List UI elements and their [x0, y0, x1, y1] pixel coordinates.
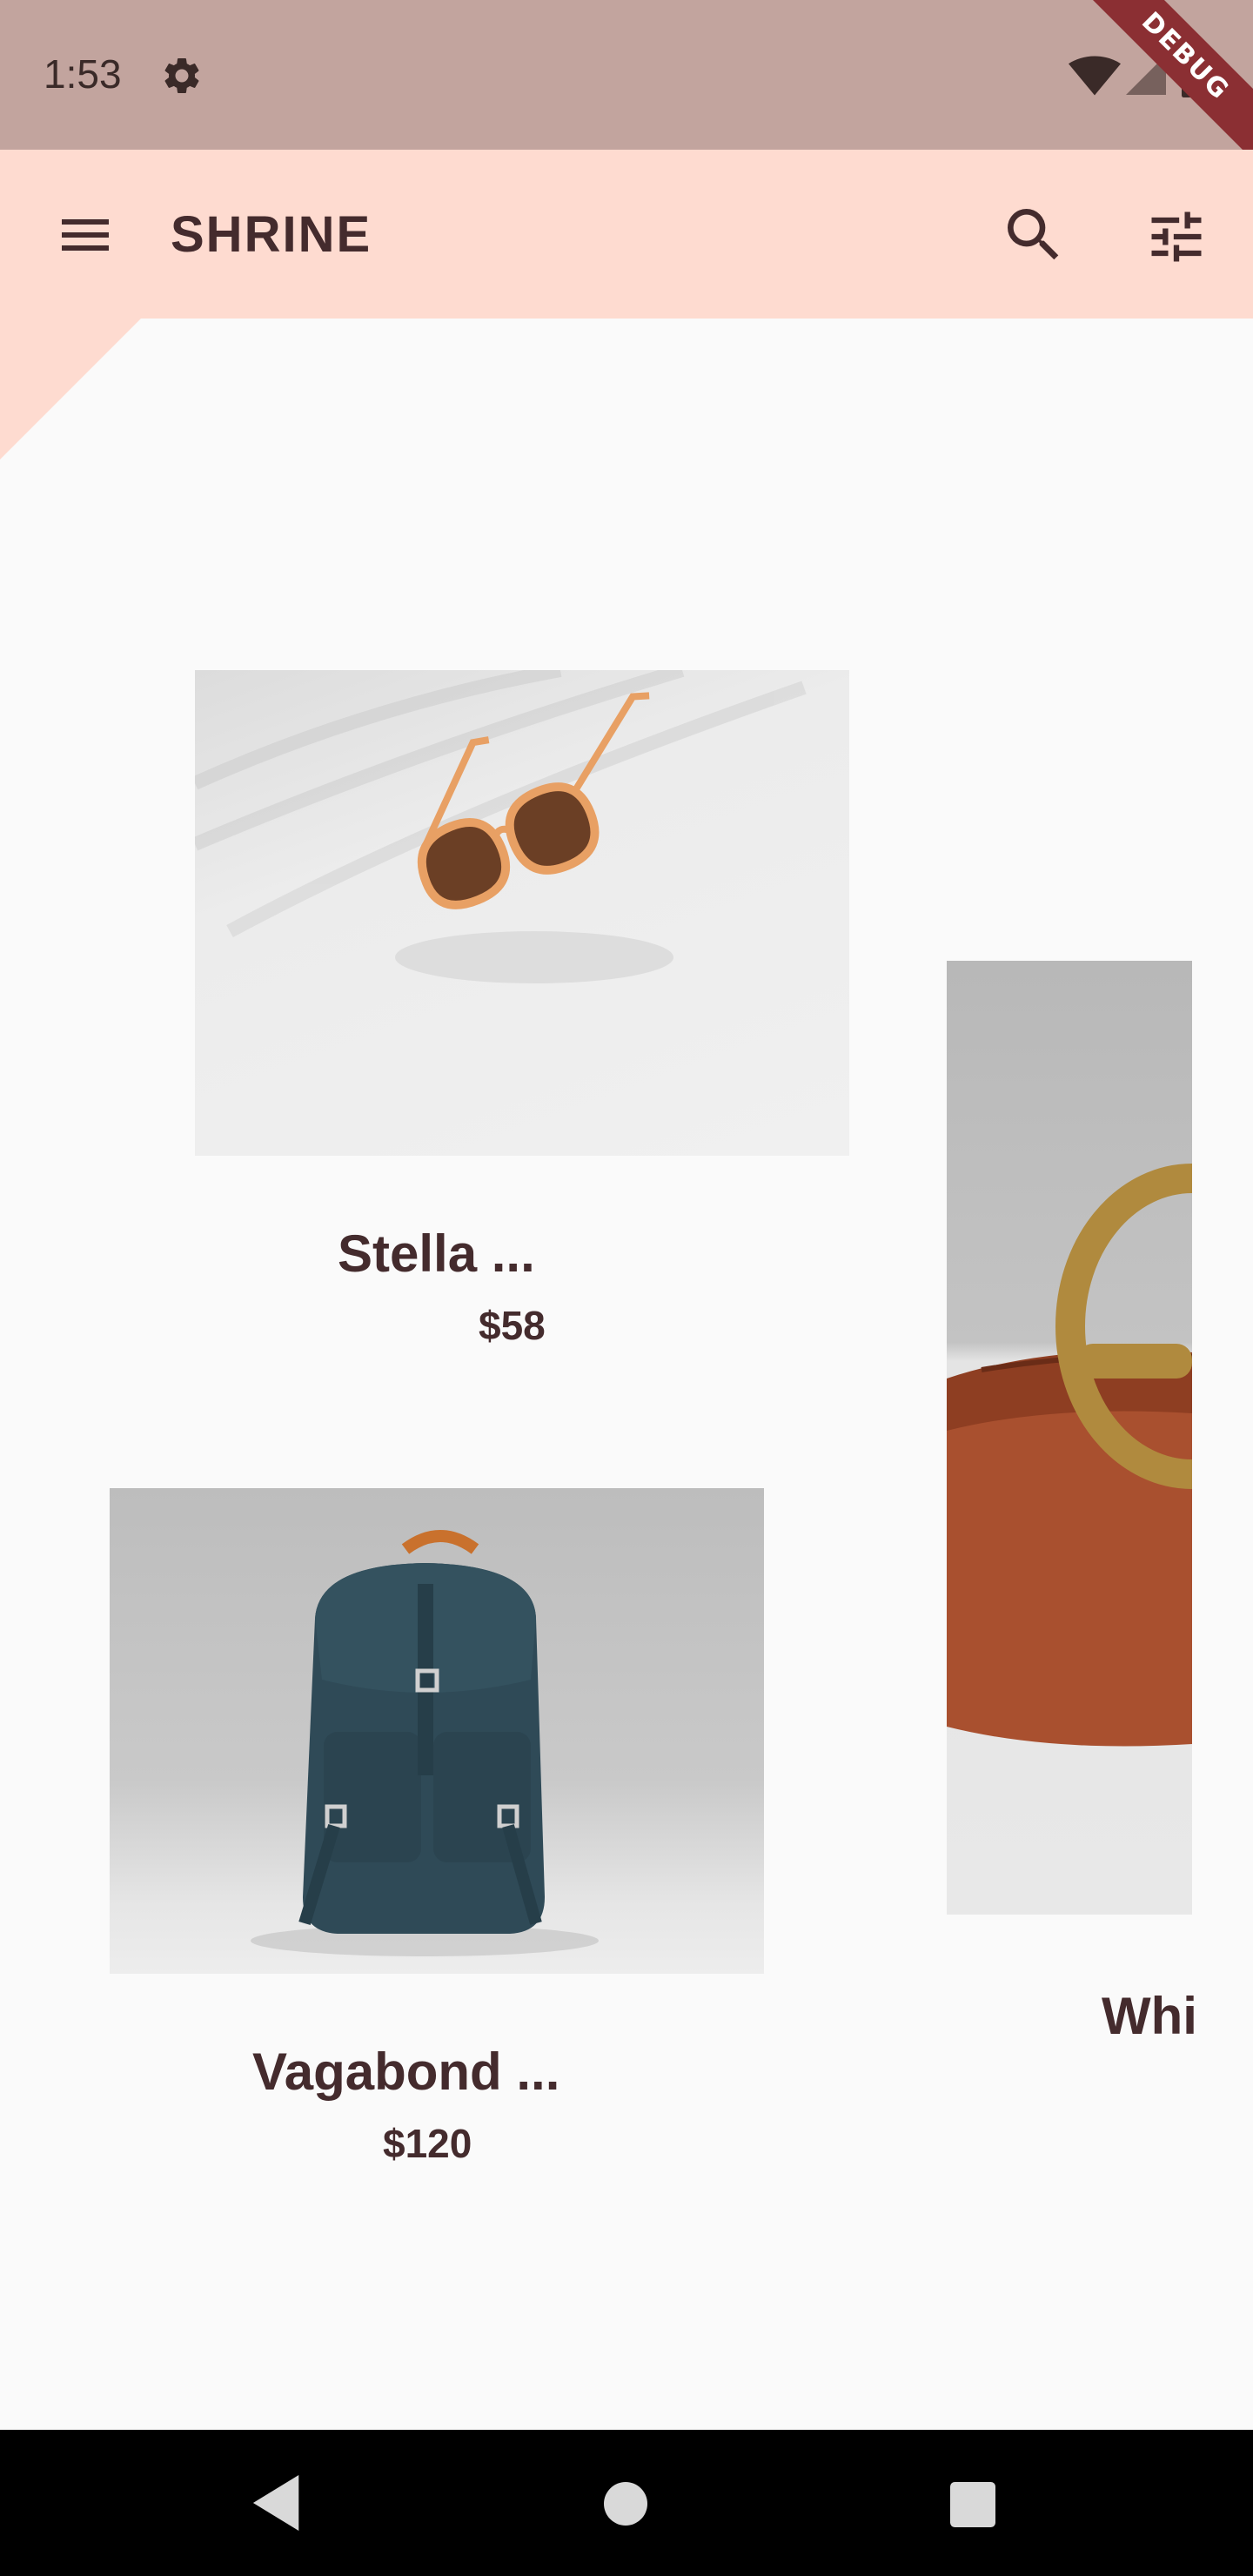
product-image-sunglasses[interactable] — [195, 670, 849, 1156]
wifi-icon — [1069, 56, 1121, 96]
backpack-illustration — [251, 1530, 599, 1956]
status-bar: 1:53 DEBUG — [0, 0, 1253, 150]
product-name[interactable]: Stella ... — [338, 1224, 535, 1284]
recents-icon[interactable] — [950, 2482, 995, 2527]
app-title: SHRINE — [171, 206, 372, 263]
product-image-belt[interactable] — [947, 961, 1192, 1915]
app-bar: SHRINE — [0, 150, 1253, 319]
product-price: $58 — [479, 1303, 546, 1348]
status-time: 1:53 — [44, 51, 122, 97]
home-icon[interactable] — [604, 2482, 647, 2526]
belt-illustration — [947, 1164, 1192, 1747]
sunglasses-illustration — [195, 670, 807, 983]
backdrop-corner — [0, 319, 141, 460]
product-name[interactable]: Vagabond ... — [252, 2042, 559, 2102]
back-icon[interactable] — [252, 2475, 305, 2531]
product-image-backpack[interactable] — [110, 1488, 764, 1974]
menu-icon[interactable] — [54, 204, 117, 266]
tune-icon[interactable] — [1143, 204, 1209, 270]
gear-icon — [164, 57, 199, 93]
search-icon[interactable] — [999, 200, 1069, 270]
product-price: $120 — [383, 2121, 472, 2166]
system-nav-bar — [0, 2430, 1253, 2576]
product-name[interactable]: Whi — [1102, 1986, 1197, 2046]
